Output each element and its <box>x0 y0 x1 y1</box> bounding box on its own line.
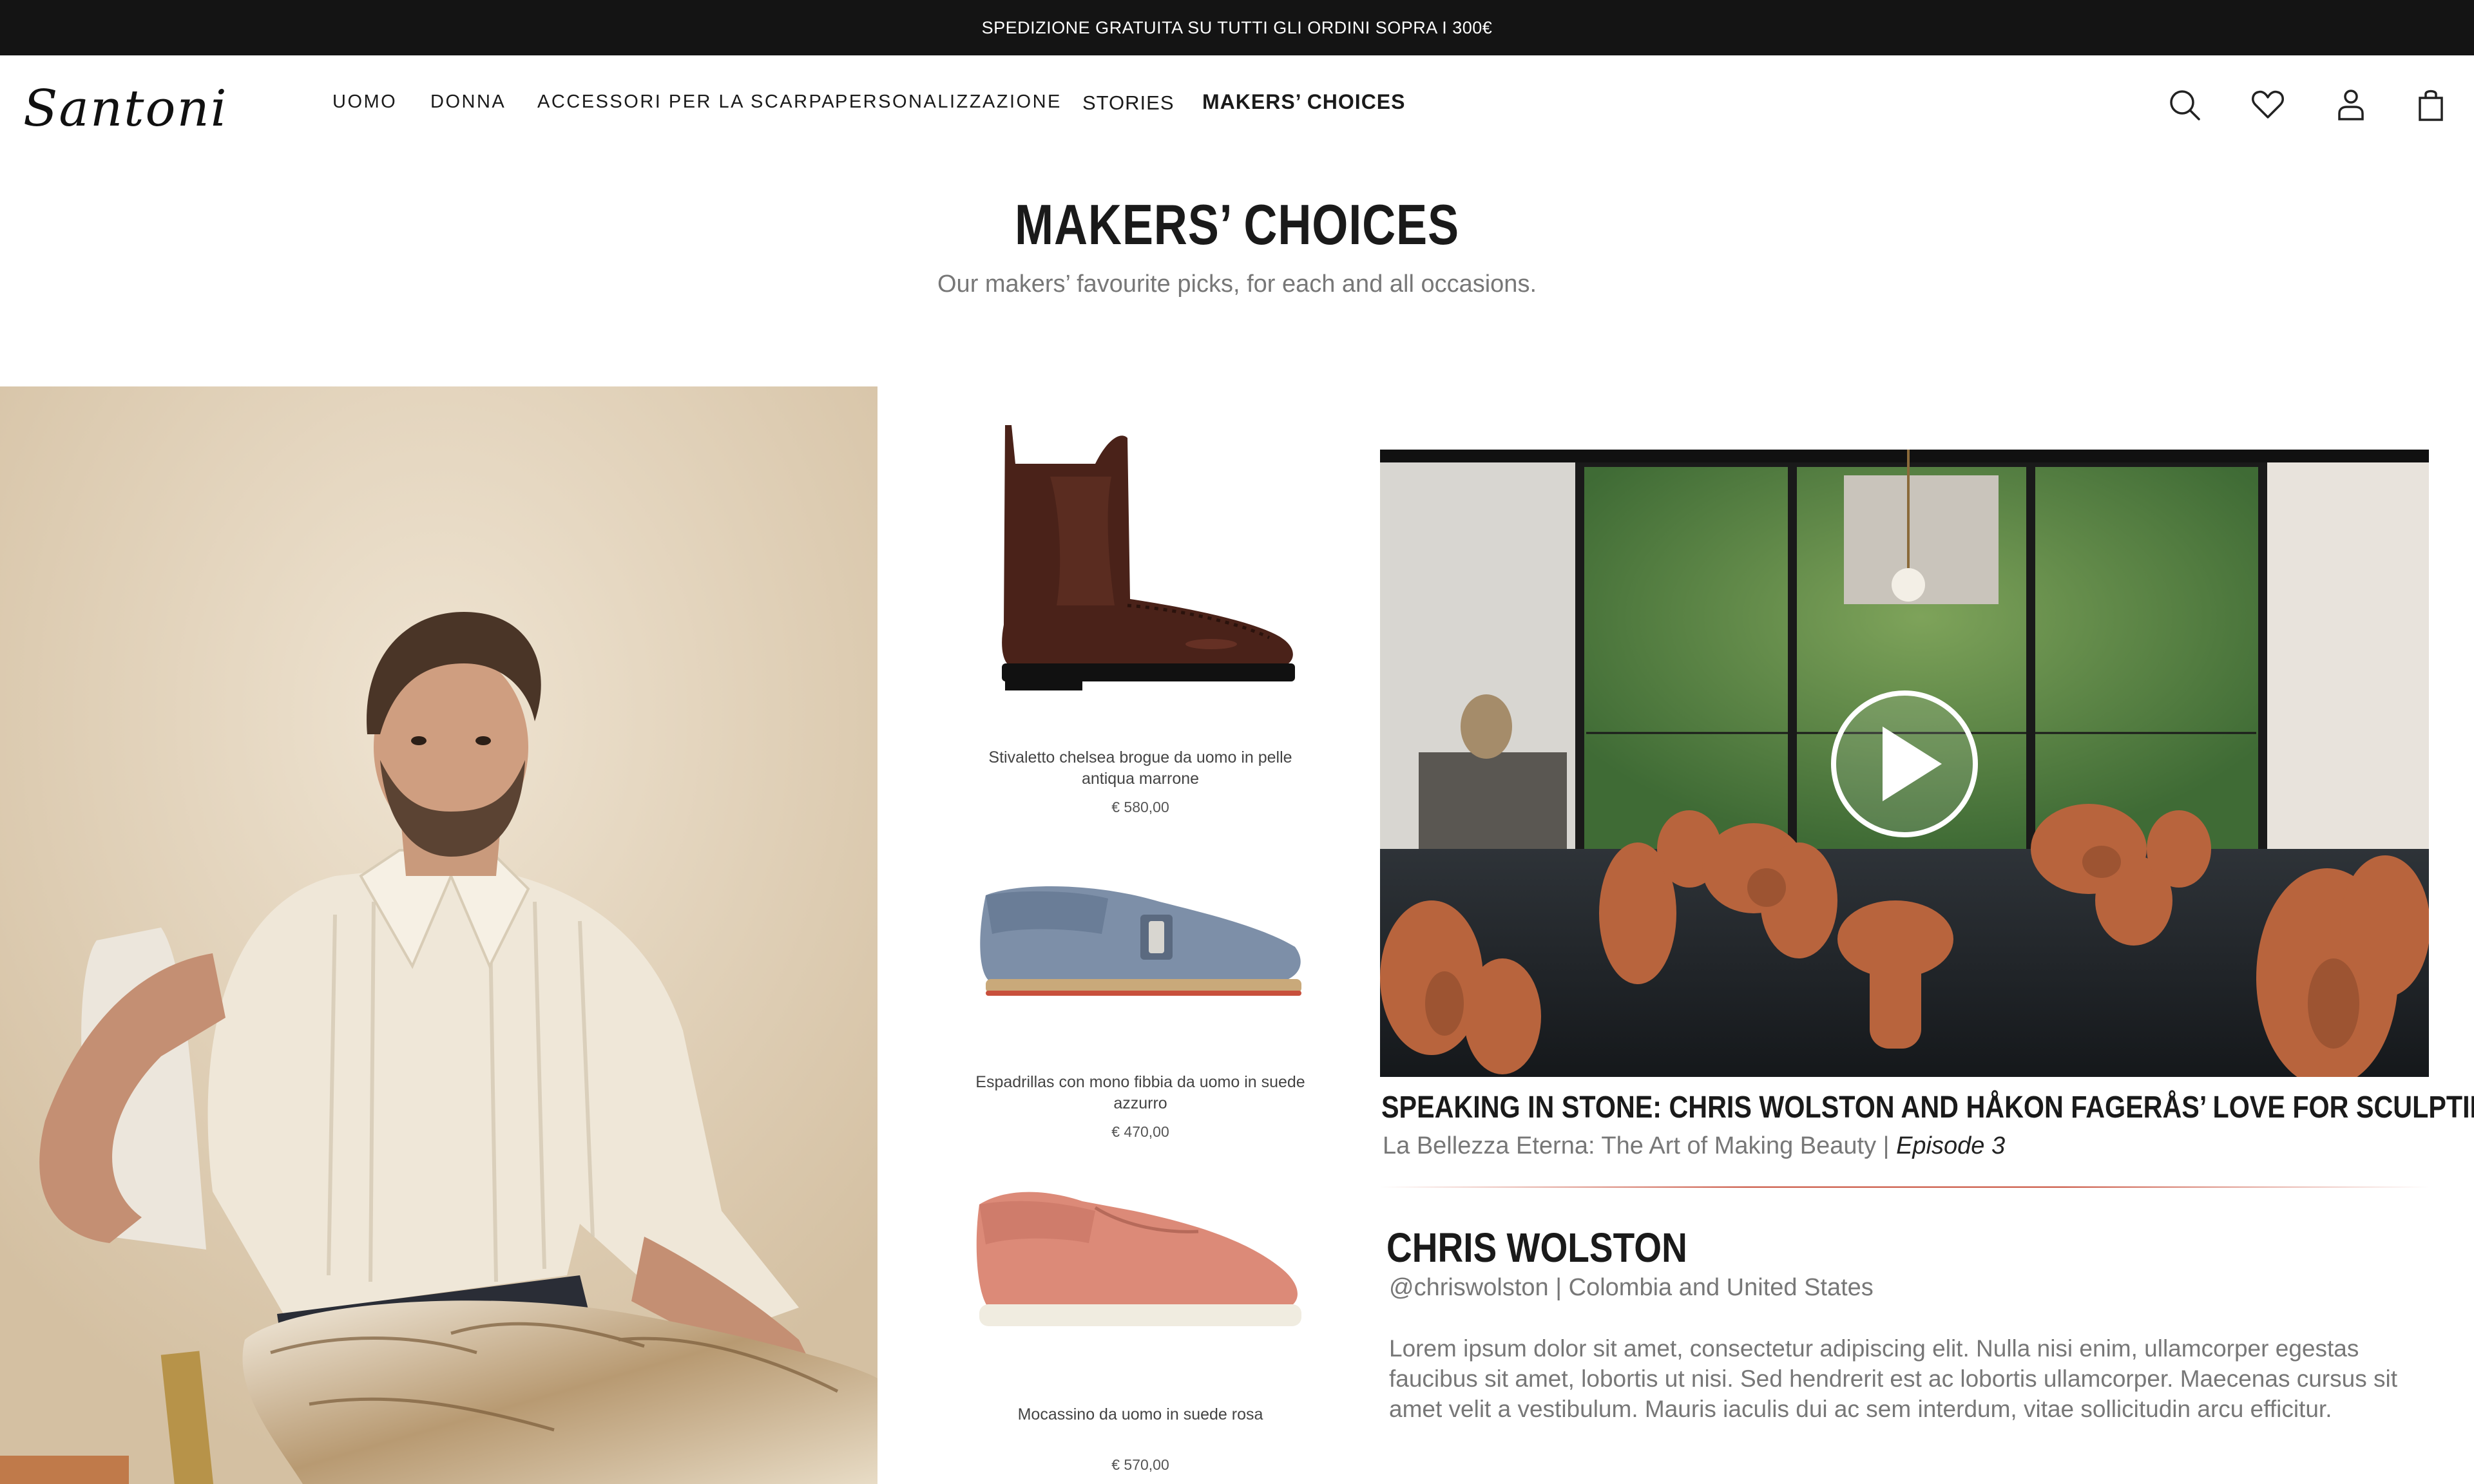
product-price: € 570,00 <box>1111 1456 1169 1473</box>
product-card[interactable]: Mocassino da uomo in suede rosa € 570,00 <box>947 1172 1334 1474</box>
section-divider <box>1380 1186 2429 1188</box>
brand-logo[interactable]: Santoni <box>23 80 228 138</box>
product-card[interactable]: Espadrillas con mono fibbia da uomo in s… <box>947 863 1334 1141</box>
story-series: La Bellezza Eterna: The Art of Making Be… <box>1383 1132 2005 1160</box>
nav-item-uomo[interactable]: UOMO <box>332 91 397 113</box>
page-title: MAKERS’ CHOICES <box>1015 193 1459 256</box>
nav-item-personalizzazione[interactable]: PERSONALIZZAZIONE <box>835 91 1062 113</box>
maker-bio: Lorem ipsum dolor sit amet, consectetur … <box>1389 1335 2397 1422</box>
promo-text: SPEDIZIONE GRATUITA SU TUTTI GLI ORDINI … <box>981 17 1493 37</box>
maker-name: CHRIS WOLSTON <box>1386 1224 1687 1271</box>
heart-icon[interactable] <box>2247 84 2289 126</box>
main-header: Santoni UOMO DONNA ACCESSORI PER LA SCAR… <box>0 55 2474 152</box>
story-episode: Episode 3 <box>1896 1132 2006 1159</box>
search-icon[interactable] <box>2163 84 2206 126</box>
maker-portrait-image <box>0 386 877 1484</box>
product-price: € 470,00 <box>1111 1123 1169 1140</box>
story-video[interactable] <box>1380 450 2429 1077</box>
page-subtitle: Our makers’ favourite picks, for each an… <box>937 271 1537 298</box>
nav-item-stories[interactable]: STORIES <box>1082 91 1175 115</box>
product-name[interactable]: Espadrillas con mono fibbia da uomo in s… <box>960 1072 1321 1114</box>
maker-handle-location: @chriswolston | Colombia and United Stat… <box>1389 1274 1874 1301</box>
product-image[interactable] <box>966 863 1314 1018</box>
account-icon[interactable] <box>2330 84 2372 126</box>
bag-icon[interactable] <box>2410 84 2452 126</box>
product-image[interactable] <box>966 412 1314 696</box>
nav-item-donna[interactable]: DONNA <box>430 91 506 113</box>
product-image[interactable] <box>966 1172 1314 1340</box>
promo-bar: SPEDIZIONE GRATUITA SU TUTTI GLI ORDINI … <box>0 0 2474 55</box>
product-price: € 580,00 <box>1111 799 1169 815</box>
nav-item-makers-choices[interactable]: MAKERS’ CHOICES <box>1202 90 1405 114</box>
nav-item-accessori[interactable]: ACCESSORI PER LA SCARPA <box>537 91 836 113</box>
story-series-name: La Bellezza Eterna: The Art of Making Be… <box>1383 1132 1890 1159</box>
product-name[interactable]: Stivaletto chelsea brogue da uomo in pel… <box>960 747 1321 790</box>
product-name[interactable]: Mocassino da uomo in suede rosa <box>960 1404 1321 1425</box>
story-title[interactable]: SPEAKING IN STONE: CHRIS WOLSTON AND HÅK… <box>1381 1090 2474 1125</box>
product-card[interactable]: Stivaletto chelsea brogue da uomo in pel… <box>947 412 1334 816</box>
